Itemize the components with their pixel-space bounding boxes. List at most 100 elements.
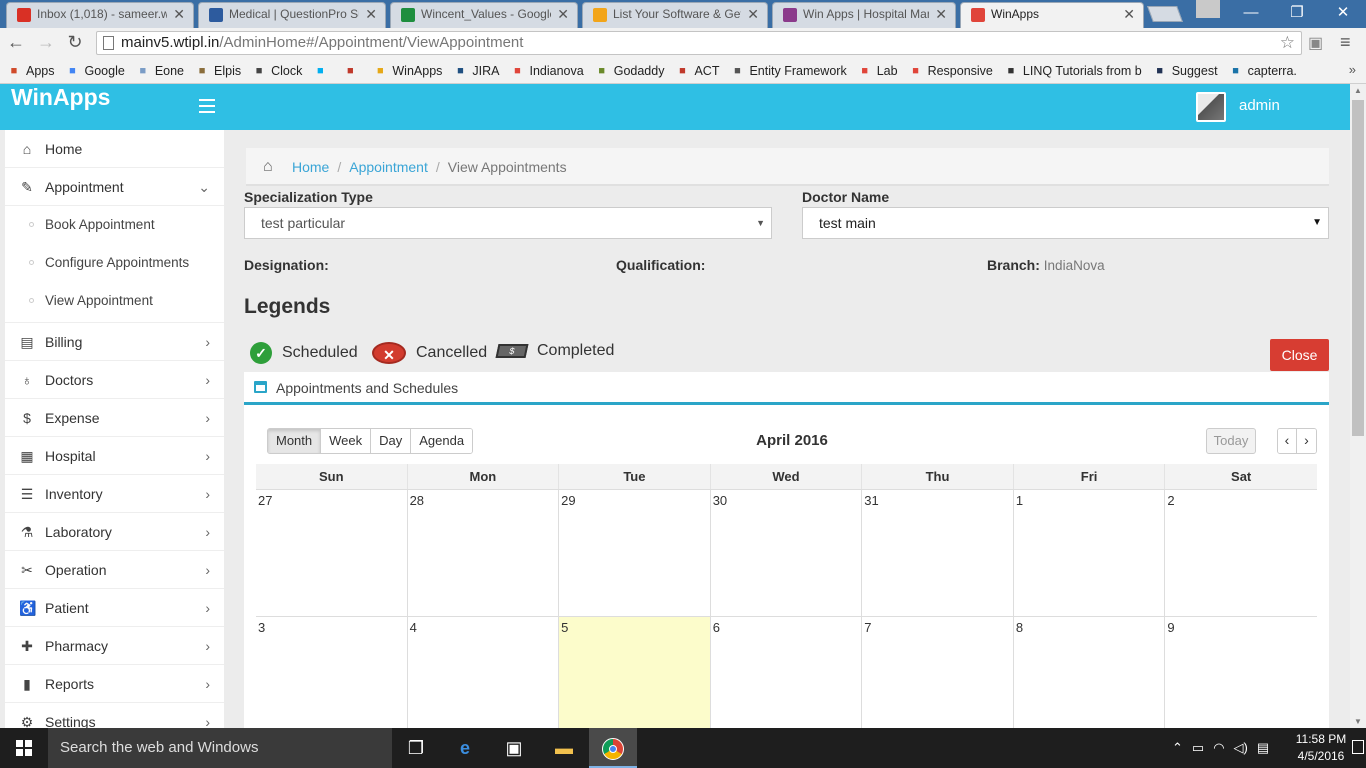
bookmark-item[interactable]: ■ Godaddy bbox=[595, 64, 664, 78]
day-cell[interactable]: 28 bbox=[408, 490, 560, 616]
bookmark-item[interactable]: ■ bbox=[343, 64, 362, 78]
bookmark-item[interactable]: ■ Clock bbox=[252, 64, 303, 78]
minimize-button[interactable]: — bbox=[1228, 0, 1274, 28]
close-tab-icon[interactable]: ✕ bbox=[935, 3, 947, 25]
tray-expand-icon[interactable]: ⌃ bbox=[1172, 740, 1183, 756]
sidebar-item-expense[interactable]: $ Expense › bbox=[5, 399, 224, 437]
close-button[interactable]: Close bbox=[1270, 339, 1329, 371]
browser-tab[interactable]: Medical | QuestionPro Su ✕ bbox=[198, 2, 386, 28]
submenu-item[interactable]: Book Appointment bbox=[5, 206, 224, 244]
message-icon[interactable]: ▤ bbox=[1257, 740, 1269, 756]
forward-arrow-icon[interactable]: → bbox=[34, 31, 58, 55]
browser-tab[interactable]: Win Apps | Hospital Man ✕ bbox=[772, 2, 956, 28]
day-cell[interactable]: 9 bbox=[1165, 617, 1317, 743]
file-explorer-icon[interactable]: ▬ bbox=[540, 728, 588, 768]
next-month-button[interactable]: › bbox=[1297, 429, 1316, 453]
doctor-name-select[interactable]: test main ▼ bbox=[802, 207, 1329, 239]
scroll-down-icon[interactable]: ▼ bbox=[1354, 717, 1362, 726]
bookmark-item[interactable]: ■ bbox=[313, 64, 332, 78]
wifi-icon[interactable]: ◠ bbox=[1213, 740, 1224, 756]
edge-icon[interactable]: e bbox=[441, 728, 489, 768]
bookmark-item[interactable]: ■ Suggest bbox=[1153, 64, 1217, 78]
profile-icon[interactable] bbox=[1196, 0, 1220, 18]
prev-month-button[interactable]: ‹ bbox=[1278, 429, 1297, 453]
close-tab-icon[interactable]: ✕ bbox=[557, 3, 569, 25]
scrollbar-thumb[interactable] bbox=[1352, 100, 1364, 436]
back-arrow-icon[interactable]: ← bbox=[4, 31, 28, 55]
avatar[interactable] bbox=[1196, 92, 1226, 122]
submenu-item[interactable]: Configure Appointments bbox=[5, 244, 224, 282]
chrome-icon[interactable] bbox=[589, 728, 637, 768]
sidebar-item-hospital[interactable]: ▦ Hospital › bbox=[5, 437, 224, 475]
bookmark-item[interactable]: ■ Eone bbox=[136, 64, 184, 78]
brand-logo[interactable]: WinApps bbox=[11, 84, 110, 111]
close-tab-icon[interactable]: ✕ bbox=[1123, 3, 1135, 25]
day-cell[interactable]: 4 bbox=[408, 617, 560, 743]
day-cell[interactable]: 27 bbox=[256, 490, 408, 616]
sidebar-item-inventory[interactable]: ☰ Inventory › bbox=[5, 475, 224, 513]
day-cell[interactable]: 8 bbox=[1014, 617, 1166, 743]
day-cell[interactable]: 3 bbox=[256, 617, 408, 743]
bookmark-item[interactable]: ■ Indianova bbox=[511, 64, 584, 78]
day-cell-today[interactable]: 5 bbox=[559, 617, 711, 743]
view-agenda-button[interactable]: Agenda bbox=[411, 429, 473, 453]
bookmark-item[interactable]: ■ Apps bbox=[7, 64, 55, 78]
sidebar-item-appointment[interactable]: ✎ Appointment ⌄ bbox=[5, 168, 224, 206]
close-tab-icon[interactable]: ✕ bbox=[173, 3, 185, 25]
taskbar-search[interactable]: Search the web and Windows bbox=[48, 728, 392, 768]
page-scrollbar[interactable]: ▲ ▼ bbox=[1350, 84, 1366, 728]
breadcrumb-home[interactable]: Home bbox=[292, 159, 329, 175]
browser-tab[interactable]: Inbox (1,018) - sameer.w ✕ bbox=[6, 2, 194, 28]
sidebar-item-operation[interactable]: ✂ Operation › bbox=[5, 551, 224, 589]
sidebar-item-billing[interactable]: ▤ Billing › bbox=[5, 323, 224, 361]
clock[interactable]: 11:58 PM 4/5/2016 bbox=[1292, 731, 1350, 765]
sidebar-item-home[interactable]: ⌂ Home bbox=[5, 130, 224, 168]
restore-button[interactable]: ❐ bbox=[1274, 0, 1320, 28]
scroll-up-icon[interactable]: ▲ bbox=[1354, 86, 1362, 95]
day-cell[interactable]: 2 bbox=[1165, 490, 1317, 616]
sidebar-item-pharmacy[interactable]: ✚ Pharmacy › bbox=[5, 627, 224, 665]
bookmark-item[interactable]: ■ Lab bbox=[858, 64, 897, 78]
breadcrumb-appointment[interactable]: Appointment bbox=[349, 159, 428, 175]
sidebar-item-doctors[interactable]: ♁ Doctors › bbox=[5, 361, 224, 399]
submenu-item[interactable]: View Appointment bbox=[5, 282, 224, 320]
sidebar-item-settings[interactable]: ⚙ Settings › bbox=[5, 703, 224, 728]
hamburger-menu-icon[interactable] bbox=[199, 99, 215, 113]
day-cell[interactable]: 31 bbox=[862, 490, 1014, 616]
today-button[interactable]: Today bbox=[1206, 428, 1256, 454]
store-icon[interactable]: ▣ bbox=[490, 728, 538, 768]
specialization-select[interactable]: test particular ▼ bbox=[244, 207, 772, 239]
view-week-button[interactable]: Week bbox=[321, 429, 372, 453]
start-button[interactable] bbox=[0, 728, 48, 768]
bookmark-item[interactable]: ■ Responsive bbox=[909, 64, 993, 78]
day-cell[interactable]: 6 bbox=[711, 617, 863, 743]
sidebar-item-laboratory[interactable]: ⚗ Laboratory › bbox=[5, 513, 224, 551]
bookmark-item[interactable]: ■ ACT bbox=[675, 64, 719, 78]
day-cell[interactable]: 29 bbox=[559, 490, 711, 616]
reload-icon[interactable]: ↻ bbox=[63, 31, 87, 55]
new-tab-button[interactable] bbox=[1147, 6, 1183, 22]
view-day-button[interactable]: Day bbox=[371, 429, 412, 453]
day-cell[interactable]: 30 bbox=[711, 490, 863, 616]
sidebar-item-patient[interactable]: ♿ Patient › bbox=[5, 589, 224, 627]
volume-icon[interactable]: ◁) bbox=[1234, 740, 1248, 756]
day-cell[interactable]: 1 bbox=[1014, 490, 1166, 616]
bookmark-item[interactable]: ■ JIRA bbox=[453, 64, 499, 78]
task-view-icon[interactable]: ❐ bbox=[392, 728, 440, 768]
bookmarks-overflow-icon[interactable]: » bbox=[1349, 62, 1356, 77]
battery-icon[interactable]: ▭ bbox=[1192, 740, 1204, 756]
notification-icon[interactable] bbox=[1352, 740, 1364, 754]
close-tab-icon[interactable]: ✕ bbox=[747, 3, 759, 25]
bookmark-item[interactable]: ■ WinApps bbox=[373, 64, 442, 78]
browser-tab[interactable]: List Your Software & Get ✕ bbox=[582, 2, 768, 28]
bookmark-item[interactable]: ■ Entity Framework bbox=[730, 64, 847, 78]
close-window-button[interactable]: ✕ bbox=[1320, 0, 1366, 28]
day-cell[interactable]: 7 bbox=[862, 617, 1014, 743]
sidebar-item-reports[interactable]: ▮ Reports › bbox=[5, 665, 224, 703]
view-month-button[interactable]: Month bbox=[268, 429, 322, 453]
bookmark-item[interactable]: ■ capterra. bbox=[1229, 64, 1297, 78]
bookmark-item[interactable]: ■ Elpis bbox=[195, 64, 241, 78]
bookmark-item[interactable]: ■ LINQ Tutorials from b bbox=[1004, 64, 1142, 78]
close-tab-icon[interactable]: ✕ bbox=[365, 3, 377, 25]
camera-icon[interactable]: ▣ bbox=[1308, 33, 1323, 53]
